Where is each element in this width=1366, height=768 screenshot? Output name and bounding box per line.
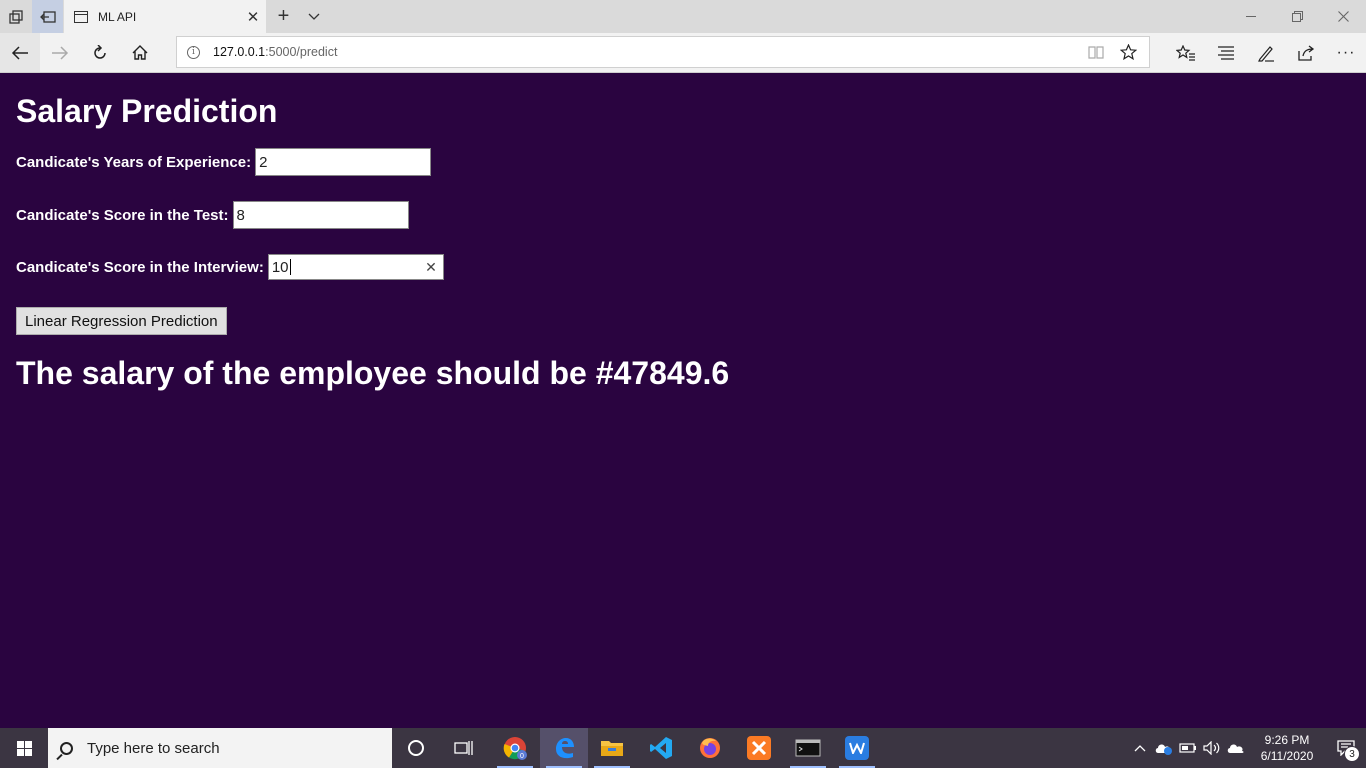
chrome-icon: 0 bbox=[503, 737, 527, 760]
test-score-label: Candicate's Score in the Test: bbox=[16, 206, 229, 224]
page-title: Salary Prediction bbox=[16, 93, 278, 129]
system-tray: 9:26 PM 6/11/2020 3 bbox=[1128, 728, 1366, 768]
interview-score-row: Candicate's Score in the Interview: 10 ✕ bbox=[16, 254, 444, 280]
notification-count-badge: 3 bbox=[1344, 746, 1360, 762]
onedrive-sync-icon[interactable] bbox=[1152, 728, 1176, 768]
share-icon[interactable] bbox=[1286, 33, 1326, 72]
back-icon[interactable] bbox=[0, 33, 40, 72]
interview-score-input[interactable]: 10 ✕ bbox=[267, 254, 444, 280]
vscode-taskbar-app[interactable] bbox=[637, 728, 685, 768]
action-center-button[interactable]: 3 bbox=[1326, 728, 1366, 768]
wps-writer-icon bbox=[845, 736, 869, 760]
taskbar-search-box[interactable]: Type here to search bbox=[48, 728, 392, 768]
close-window-icon[interactable] bbox=[1320, 0, 1366, 33]
edge-taskbar-app[interactable] bbox=[540, 728, 588, 768]
experience-value: 2 bbox=[259, 153, 268, 171]
browser-tab-bar: ML API ✕ + bbox=[0, 0, 1366, 33]
set-tabs-aside-icon[interactable] bbox=[32, 0, 63, 33]
home-icon[interactable] bbox=[120, 33, 160, 72]
test-score-row: Candicate's Score in the Test: 8 bbox=[16, 201, 409, 229]
experience-input[interactable]: 2 bbox=[255, 148, 432, 176]
firefox-taskbar-app[interactable] bbox=[686, 728, 734, 768]
search-icon bbox=[60, 741, 73, 755]
address-bar[interactable]: i 127.0.0.1 :5000/predict bbox=[176, 36, 1150, 68]
folder-icon bbox=[601, 741, 623, 756]
interview-score-label: Candicate's Score in the Interview: bbox=[16, 258, 264, 276]
chrome-taskbar-app[interactable]: 0 bbox=[491, 728, 539, 768]
close-tab-icon[interactable]: ✕ bbox=[240, 8, 266, 26]
terminal-icon bbox=[795, 739, 821, 757]
file-explorer-taskbar-app[interactable] bbox=[588, 728, 636, 768]
favorites-icon[interactable] bbox=[1166, 33, 1206, 72]
edge-icon bbox=[556, 738, 574, 759]
search-placeholder: Type here to search bbox=[87, 739, 220, 757]
favorite-star-icon[interactable] bbox=[1113, 37, 1143, 67]
cortana-button[interactable] bbox=[392, 728, 440, 768]
text-caret bbox=[289, 259, 291, 275]
linear-regression-prediction-button[interactable]: Linear Regression Prediction bbox=[16, 307, 227, 335]
web-note-pen-icon[interactable] bbox=[1246, 33, 1286, 72]
restore-icon[interactable] bbox=[1274, 0, 1320, 33]
windows-taskbar: Type here to search 0 9:26 PM 6/11/2020 … bbox=[0, 728, 1366, 768]
refresh-icon[interactable] bbox=[80, 33, 120, 72]
page-content: Salary Prediction Candicate's Years of E… bbox=[0, 73, 1366, 728]
firefox-icon bbox=[700, 738, 720, 758]
url-host: 127.0.0.1 bbox=[213, 45, 266, 59]
clock-date: 6/11/2020 bbox=[1260, 749, 1314, 763]
task-view-button[interactable] bbox=[440, 728, 488, 768]
tab-preview-chevron-icon[interactable] bbox=[298, 0, 329, 33]
show-hidden-icons-chevron-icon[interactable] bbox=[1128, 728, 1152, 768]
experience-label: Candicate's Years of Experience: bbox=[16, 153, 252, 171]
windows-logo-icon bbox=[16, 740, 32, 756]
more-options-icon[interactable]: ··· bbox=[1326, 33, 1366, 72]
vscode-icon bbox=[650, 737, 672, 759]
clear-input-icon[interactable]: ✕ bbox=[425, 259, 437, 276]
test-score-value: 8 bbox=[236, 206, 245, 224]
interview-score-value: 10 bbox=[271, 258, 289, 276]
forward-icon[interactable] bbox=[40, 33, 80, 72]
chrome-badge-count: 0 bbox=[520, 753, 524, 760]
new-tab-icon[interactable]: + bbox=[268, 0, 299, 33]
taskbar-clock[interactable]: 9:26 PM 6/11/2020 bbox=[1248, 732, 1326, 764]
battery-icon[interactable] bbox=[1176, 728, 1200, 768]
tab-sets-icon[interactable] bbox=[0, 0, 31, 33]
reading-view-icon[interactable] bbox=[1081, 37, 1111, 67]
tab-title: ML API bbox=[98, 9, 137, 24]
page-icon bbox=[74, 10, 88, 23]
xampp-taskbar-app[interactable] bbox=[735, 728, 783, 768]
experience-row: Candicate's Years of Experience: 2 bbox=[16, 148, 432, 176]
task-view-icon bbox=[454, 741, 473, 755]
network-cloud-icon[interactable] bbox=[1224, 728, 1248, 768]
cortana-circle-icon bbox=[408, 740, 424, 756]
site-info-icon[interactable]: i bbox=[187, 45, 200, 59]
wps-writer-taskbar-app[interactable] bbox=[833, 728, 881, 768]
minimize-icon[interactable] bbox=[1228, 0, 1274, 33]
browser-nav-bar: i 127.0.0.1 :5000/predict ··· bbox=[0, 33, 1366, 73]
test-score-input[interactable]: 8 bbox=[232, 201, 409, 229]
start-button[interactable] bbox=[0, 728, 48, 768]
url-path: :5000/predict bbox=[265, 45, 338, 59]
tab-ml-api[interactable]: ML API ✕ bbox=[64, 0, 266, 33]
hub-reading-list-icon[interactable] bbox=[1206, 33, 1246, 72]
clock-time: 9:26 PM bbox=[1264, 733, 1310, 747]
volume-icon[interactable] bbox=[1200, 728, 1224, 768]
prediction-result: The salary of the employee should be #47… bbox=[16, 355, 730, 391]
xampp-icon bbox=[747, 736, 771, 760]
terminal-taskbar-app[interactable] bbox=[784, 728, 832, 768]
